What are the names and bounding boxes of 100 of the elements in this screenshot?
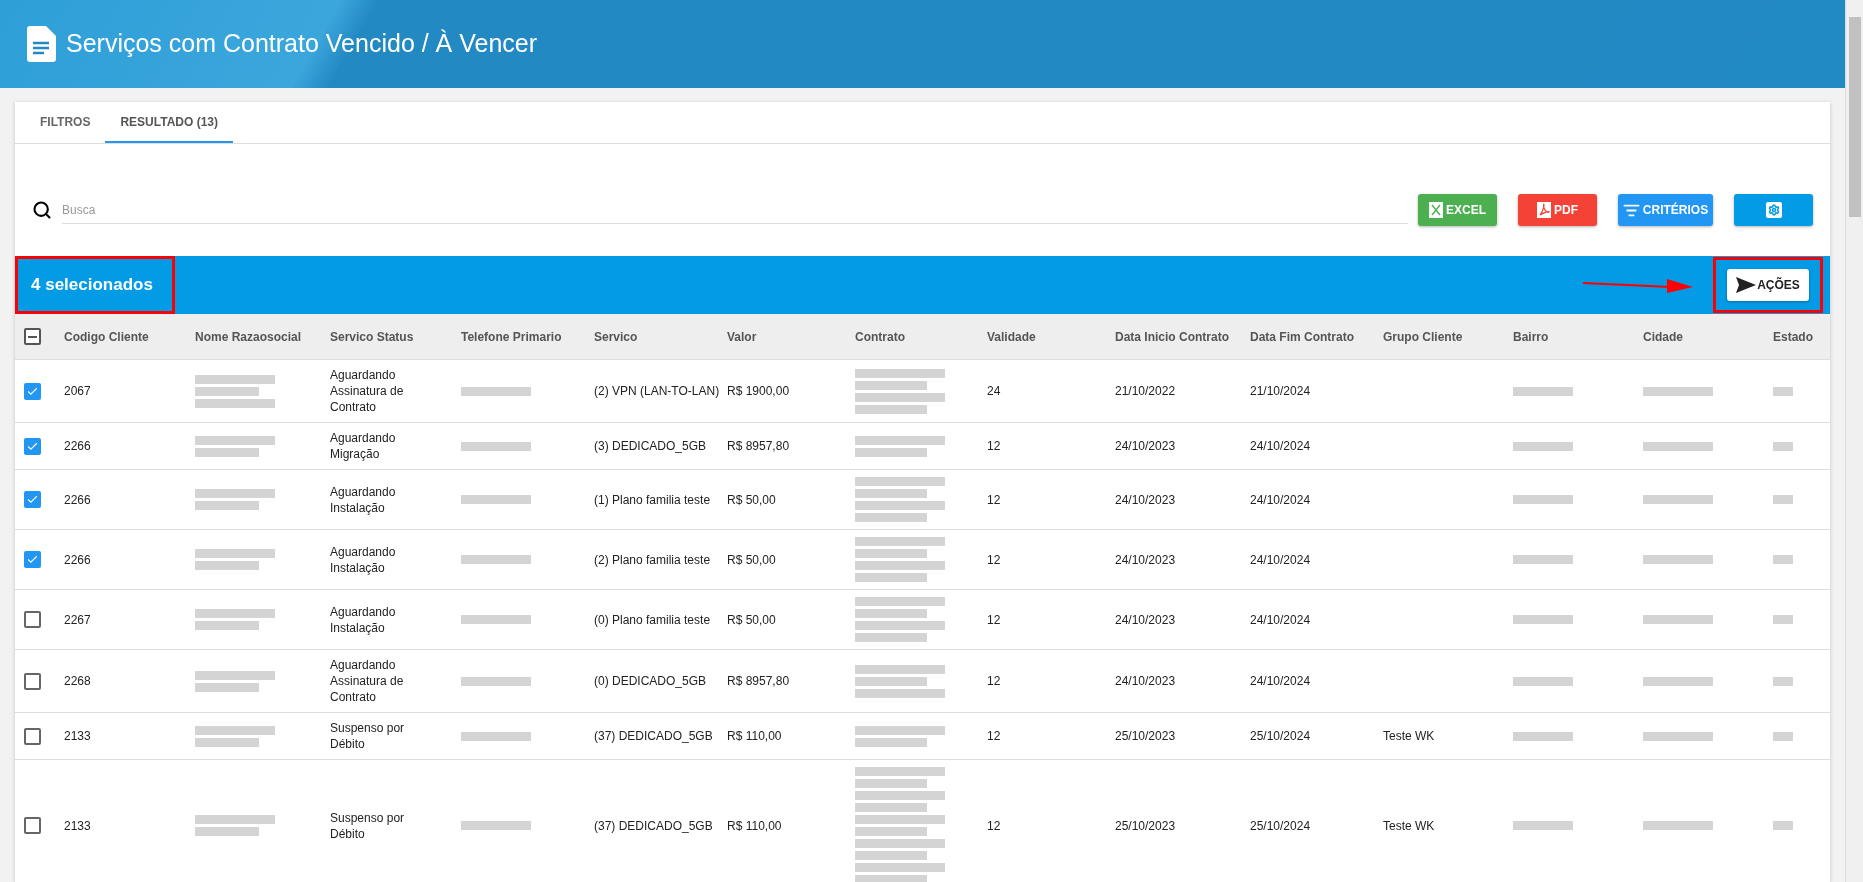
blurred-text xyxy=(1513,386,1573,396)
table-cell-text: Aguardando Instalação xyxy=(330,603,397,636)
column-header[interactable]: Data Inicio Contrato xyxy=(1115,327,1250,346)
column-header[interactable]: Telefone Primario xyxy=(461,327,594,346)
table-cell-text: 24/10/2024 xyxy=(1250,673,1312,690)
column-header[interactable]: Bairro xyxy=(1513,327,1643,346)
table-cell-text: 24/10/2023 xyxy=(1115,551,1177,569)
blurred-text xyxy=(1513,821,1573,830)
column-header[interactable]: Validade xyxy=(987,327,1115,346)
table-cell-text: Aguardando Assinatura de Contrato xyxy=(330,367,405,415)
table-cell-text: R$ 1900,00 xyxy=(727,383,791,400)
blurred-text xyxy=(461,441,531,451)
table-cell-text: 24/10/2024 xyxy=(1250,491,1312,509)
blurred-text xyxy=(1513,615,1573,624)
table-cell-text: 12 xyxy=(987,611,1002,629)
table-cell-text: 2266 xyxy=(64,551,92,569)
table-cell-text: R$ 50,00 xyxy=(727,551,777,569)
table-cell-text: 24/10/2024 xyxy=(1250,551,1312,569)
blurred-text xyxy=(1643,731,1713,741)
blurred-text xyxy=(461,386,531,396)
blurred-text xyxy=(1513,676,1573,686)
column-header[interactable]: Grupo Cliente xyxy=(1383,327,1513,346)
row-checkbox[interactable] xyxy=(24,437,41,455)
table-cell-text: Suspenso por Débito xyxy=(330,720,406,752)
row-checkbox[interactable] xyxy=(24,672,41,690)
table-cell-text: 2067 xyxy=(64,383,92,400)
blurred-text xyxy=(1513,495,1573,504)
table-cell-text: 24/10/2023 xyxy=(1115,438,1177,455)
search-field[interactable]: Busca xyxy=(62,196,1408,224)
blurred-text xyxy=(1513,441,1573,451)
row-checkbox[interactable] xyxy=(24,727,41,745)
column-header[interactable]: Contrato xyxy=(855,327,987,346)
document-icon xyxy=(27,26,56,62)
column-header[interactable]: Estado xyxy=(1773,327,1830,346)
row-checkbox[interactable] xyxy=(24,817,41,834)
table-cell-text: (37) DEDICADO_5GB xyxy=(594,728,714,745)
row-checkbox[interactable] xyxy=(24,551,41,568)
table-cell-text: (2) Plano familia teste xyxy=(594,551,712,569)
send-icon xyxy=(1736,277,1757,293)
table-cell-text: 2266 xyxy=(64,491,92,509)
table-cell-text: 2267 xyxy=(64,611,92,629)
table-cell-text: 24/10/2023 xyxy=(1115,491,1177,509)
column-header[interactable]: Valor xyxy=(727,327,855,346)
column-header[interactable]: Cidade xyxy=(1643,327,1773,346)
table-cell-text: 21/10/2024 xyxy=(1250,383,1312,400)
blurred-text xyxy=(461,495,531,504)
blurred-text xyxy=(1513,731,1573,741)
table-cell-text: 24/10/2024 xyxy=(1250,611,1312,629)
table-cell-text: 2133 xyxy=(64,817,92,835)
blurred-text xyxy=(1773,821,1793,830)
row-checkbox[interactable] xyxy=(24,611,41,628)
settings-icon xyxy=(1765,202,1782,218)
selection-count: 4 selecionados xyxy=(31,274,153,297)
pdf-button[interactable]: PDF xyxy=(1518,194,1597,226)
row-checkbox[interactable] xyxy=(24,382,41,400)
table-cell-text: 24/10/2023 xyxy=(1115,611,1177,629)
table-cell-text: R$ 50,00 xyxy=(727,611,777,629)
table-cell-text: 12 xyxy=(987,817,1002,835)
table-cell-text: 21/10/2022 xyxy=(1115,383,1177,400)
column-header[interactable]: Nome Razaosocial xyxy=(195,327,330,346)
table-cell-text: 24/10/2023 xyxy=(1115,673,1177,690)
tab[interactable]: FILTROS xyxy=(25,102,106,143)
checkmark-icon xyxy=(26,553,39,566)
table-cell-text: 12 xyxy=(987,491,1002,509)
blurred-text xyxy=(1773,731,1793,741)
search-icon xyxy=(32,200,52,220)
blurred-text xyxy=(1643,441,1713,451)
select-all-checkbox[interactable] xyxy=(24,328,41,345)
table-cell-text: R$ 8957,80 xyxy=(727,438,791,455)
blurred-text xyxy=(1643,821,1713,830)
blurred-text xyxy=(461,615,531,624)
table-cell-text: R$ 8957,80 xyxy=(727,673,791,690)
column-header[interactable]: Servico Status xyxy=(330,327,461,346)
tab[interactable]: RESULTADO (13) xyxy=(105,102,233,143)
table-cell-text: 2268 xyxy=(64,673,92,690)
table-cell-text: (3) DEDICADO_5GB xyxy=(594,438,708,455)
blurred-text xyxy=(1643,555,1713,564)
column-header[interactable]: Data Fim Contrato xyxy=(1250,327,1383,346)
blurred-text xyxy=(1643,615,1713,624)
row-checkbox[interactable] xyxy=(24,491,41,508)
blurred-text xyxy=(1643,676,1713,686)
table-cell-text: 25/10/2023 xyxy=(1115,728,1177,745)
blurred-text xyxy=(1643,386,1713,396)
settings-button[interactable] xyxy=(1734,194,1813,226)
blurred-text xyxy=(1773,555,1793,564)
column-header[interactable]: Codigo Cliente xyxy=(64,327,195,346)
blurred-text xyxy=(461,731,531,741)
table-cell-text: Suspenso por Débito xyxy=(330,809,406,842)
actions-button[interactable]: AÇÕES xyxy=(1727,269,1809,301)
blurred-text xyxy=(1773,386,1793,396)
table-cell-text: 24/10/2024 xyxy=(1250,438,1312,455)
table-cell-text: (0) Plano familia teste xyxy=(594,611,712,629)
blurred-text xyxy=(461,676,531,686)
table-cell-text: Aguardando Instalação xyxy=(330,483,397,516)
scrollbar[interactable] xyxy=(1845,0,1863,882)
checkmark-icon xyxy=(26,493,39,506)
blurred-text xyxy=(1773,676,1793,686)
table-cell-text: 25/10/2024 xyxy=(1250,728,1312,745)
table-cell-text: (37) DEDICADO_5GB xyxy=(594,817,714,835)
column-header[interactable]: Servico xyxy=(594,327,727,346)
